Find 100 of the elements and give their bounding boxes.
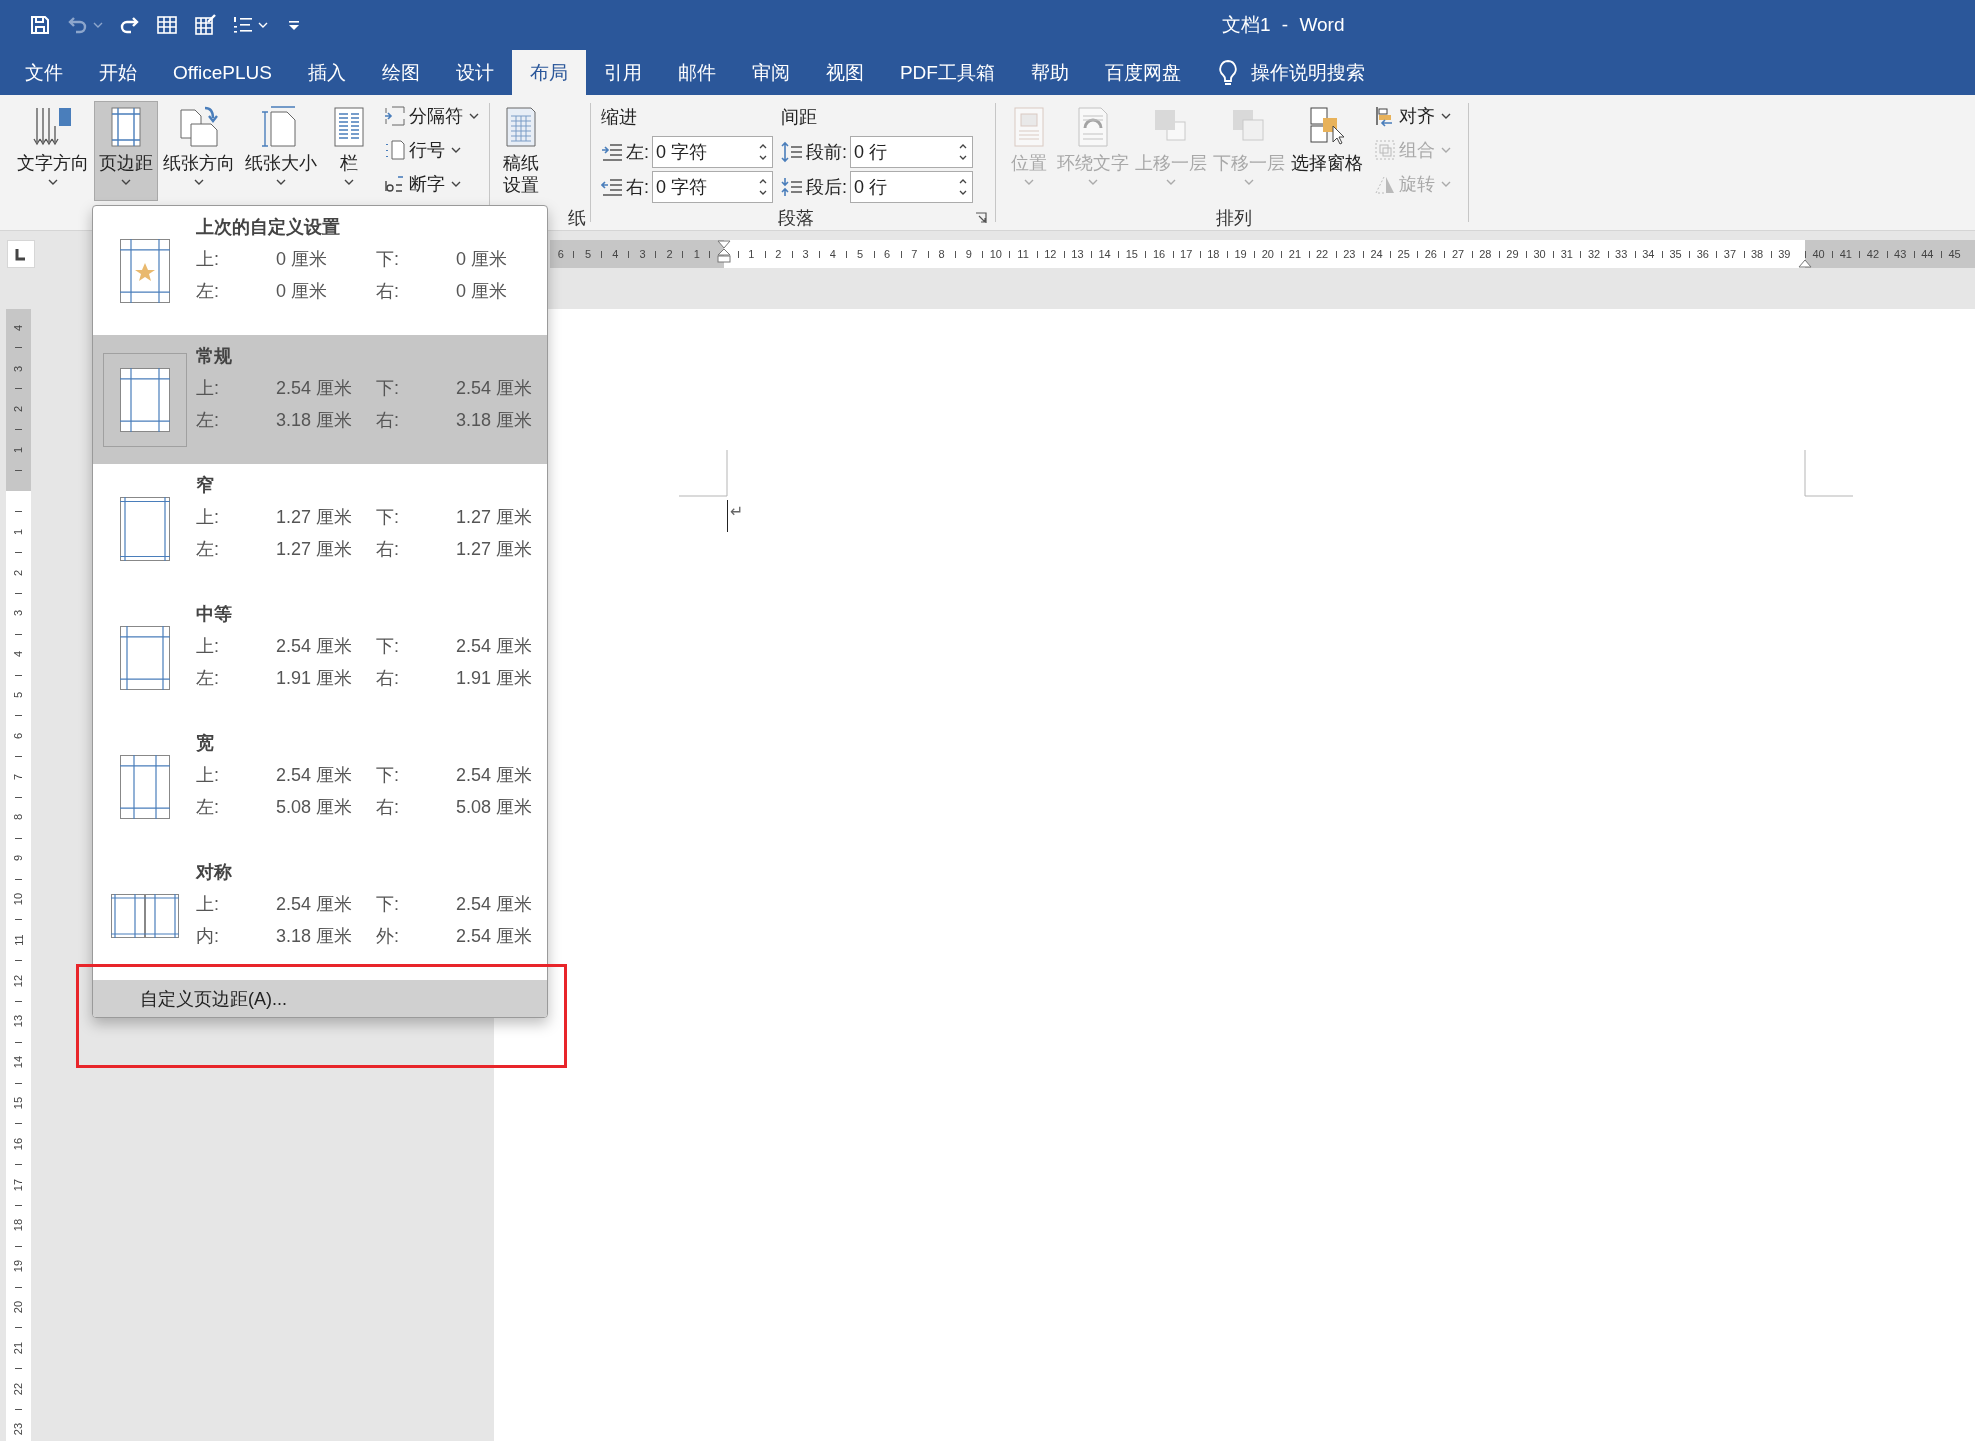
page-margins-icon (119, 496, 170, 561)
ruler-number: 44 (1921, 248, 1934, 260)
ruler-number: 17 (12, 1178, 25, 1191)
ruler-number: 14 (12, 1056, 25, 1069)
menu-item[interactable]: 宽 上: 2.54 厘米 下: 2.54 厘米 左: 5.08 厘米 右: 5.08 厘米 (93, 722, 547, 851)
caret-icon (451, 147, 461, 153)
margin-value: 2.54 厘米 (276, 764, 354, 787)
ruler-number: 5 (12, 691, 25, 699)
spin-field[interactable]: 0 字符 (652, 135, 773, 168)
margin-label: 上: (196, 377, 220, 400)
ruler-number: 13 (12, 1015, 25, 1028)
ruler-number: 3 (12, 610, 25, 617)
ruler-number: 30 (1533, 248, 1546, 260)
ribbon-button[interactable]: 对齐 (1374, 101, 1451, 131)
ruler-number: 8 (938, 248, 945, 260)
margin-label: 上: (196, 248, 220, 271)
lightbulb-icon[interactable] (1216, 58, 1239, 87)
ruler-number: 6 (884, 248, 891, 260)
ruler-number: 20 (1261, 248, 1274, 260)
menu-item[interactable]: 窄 上: 1.27 厘米 下: 1.27 厘米 左: 1.27 厘米 右: 1.27 厘米 (93, 464, 547, 593)
margin-value: 1.27 厘米 (456, 506, 533, 529)
ribbon-button[interactable]: 页边距 (94, 101, 158, 201)
spin-field[interactable]: 0 字符 (652, 170, 773, 203)
ribbon-button[interactable]: 纸张方向 (158, 101, 240, 201)
ruler-number: 37 (1723, 248, 1737, 260)
caret-icon (1024, 179, 1034, 185)
margin-label: 左: (196, 796, 220, 819)
margin-value: 0 厘米 (276, 248, 328, 271)
ruler-number: 21 (12, 1341, 25, 1354)
menu-item[interactable]: 常规 上: 2.54 厘米 下: 2.54 厘米 左: 3.18 厘米 右: 3.18 厘米 (93, 335, 547, 464)
ribbon-tab[interactable]: 文件 (7, 50, 81, 95)
caret-icon (344, 179, 354, 185)
ribbon-tab[interactable]: 设计 (437, 50, 512, 95)
ruler-number: 18 (1207, 248, 1220, 260)
margin-value: 5.08 厘米 (276, 796, 354, 819)
ruler-number: 38 (1751, 248, 1764, 260)
dialog-launcher-icon[interactable] (975, 212, 987, 224)
preset-name: 宽 (196, 732, 215, 755)
ruler-number: 4 (12, 324, 25, 331)
ribbon-button[interactable]: 文字方向 (12, 101, 94, 201)
caret-icon (451, 181, 461, 187)
hyphenation-icon (384, 173, 406, 195)
ribbon-tab[interactable]: 开始 (81, 50, 155, 95)
margin-value: 2.54 厘米 (276, 635, 354, 658)
ribbon-button[interactable]: 栏 (322, 101, 376, 201)
margin-value: 3.18 厘米 (276, 409, 354, 432)
ribbon-tab[interactable]: 插入 (289, 50, 364, 95)
ribbon-tab[interactable]: 百度网盘 (1086, 50, 1199, 95)
ribbon-button[interactable]: 选择窗格 (1288, 101, 1366, 201)
margin-label: 右: (376, 280, 400, 303)
spin-field[interactable]: 0 行 (850, 170, 973, 203)
ruler-number: 4 (612, 248, 619, 260)
ribbon-tab[interactable]: 邮件 (659, 50, 734, 95)
menu-item[interactable]: 中等 上: 2.54 厘米 下: 2.54 厘米 左: 1.91 厘米 右: 1.91 厘米 (93, 593, 547, 722)
ribbon-tab[interactable]: 绘图 (363, 50, 438, 95)
margin-value: 2.54 厘米 (456, 925, 533, 948)
ribbon-button[interactable]: 分隔符 (384, 101, 479, 131)
ruler-number: 43 (1894, 248, 1907, 260)
group-label: 排列 (1216, 207, 1252, 230)
ribbon-button[interactable]: 断字 (384, 169, 479, 199)
margin-value: 2.54 厘米 (456, 764, 533, 787)
ruler-number: 22 (1316, 248, 1329, 260)
preset-name: 常规 (196, 345, 233, 368)
menu-item[interactable]: 上次的自定义设置 上: 0 厘米 下: 0 厘米 左: 0 厘米 右: 0 厘米 (93, 206, 547, 335)
ruler-number: 16 (12, 1137, 25, 1150)
ruler-number: 31 (1560, 248, 1573, 260)
tab-stop-icon[interactable] (7, 240, 35, 268)
ribbon-tab[interactable]: 引用 (585, 50, 660, 95)
ribbon-tab[interactable]: 帮助 (1012, 50, 1087, 95)
ruler-number: 3 (12, 365, 25, 372)
spin-field[interactable]: 0 行 (850, 135, 973, 168)
margin-value: 3.18 厘米 (456, 409, 533, 432)
ruler-number: 36 (1696, 248, 1709, 260)
ruler-number: 28 (1479, 248, 1492, 260)
ribbon-button[interactable]: 纸张大小 (240, 101, 322, 201)
custom-margins-item[interactable]: 自定义页边距(A)... (93, 980, 547, 1017)
ribbon-button[interactable]: 稿纸设置 (494, 101, 548, 201)
ribbon-tab[interactable]: 布局 (511, 50, 586, 95)
menu-item[interactable]: 对称 上: 2.54 厘米 下: 2.54 厘米 内: 3.18 厘米 外: 2.54 厘米 (93, 851, 547, 980)
space-after-icon (781, 175, 803, 198)
ruler-number: 8 (12, 814, 25, 821)
ribbon-tab[interactable]: 视图 (807, 50, 882, 95)
ruler-number: 33 (1615, 248, 1628, 260)
margin-label: 右: (376, 409, 400, 432)
indent-marker-icon[interactable] (1798, 258, 1812, 268)
ribbon-tab[interactable]: OfficePLUS (155, 50, 290, 95)
ruler-number: 1 (12, 528, 25, 535)
search-label[interactable]: 操作说明搜索 (1250, 59, 1365, 86)
page-margins-icon (119, 367, 170, 432)
ribbon-tab[interactable]: PDF工具箱 (881, 50, 1013, 95)
ruler-number: 3 (802, 248, 809, 260)
ruler-number: 29 (1506, 248, 1519, 260)
window-title: 文档1 - Word (1222, 13, 1345, 37)
ruler-number: 34 (1642, 248, 1655, 260)
ribbon-tab[interactable]: 审阅 (733, 50, 808, 95)
ruler-number: 10 (989, 248, 1002, 260)
margin-label: 左: (196, 538, 220, 561)
margin-label: 左: (196, 409, 220, 432)
ruler-number: 27 (1451, 248, 1465, 260)
ribbon-button[interactable]: 行号 (384, 135, 479, 165)
